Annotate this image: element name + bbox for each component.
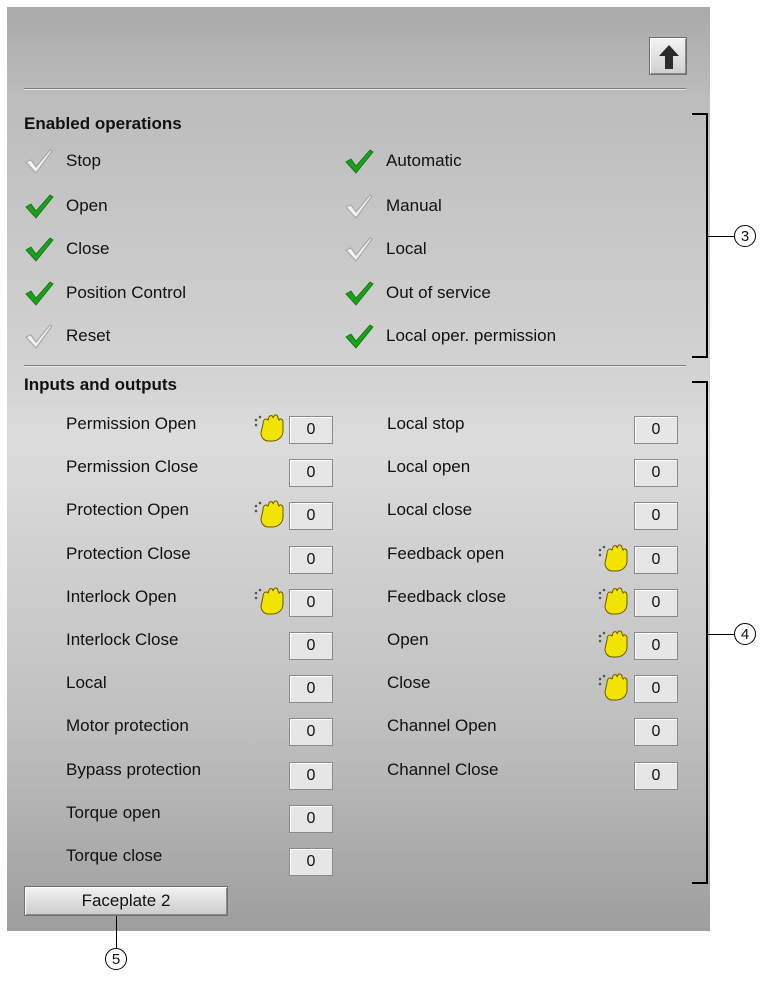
hand-icon[interactable] <box>253 587 287 615</box>
io-label-left-8: Bypass protection <box>66 760 202 779</box>
operation-label: Reset <box>66 326 111 345</box>
green-check-icon <box>344 280 374 306</box>
io-value-right-7: 0 <box>634 718 678 746</box>
io-label-left-3: Protection Close <box>66 544 191 563</box>
callout-line-5 <box>116 916 117 948</box>
gray-check-icon <box>344 236 374 262</box>
io-value-right-4: 0 <box>634 589 678 617</box>
operation-label: Local <box>386 239 427 258</box>
hand-icon[interactable] <box>597 587 631 615</box>
io-label-right-4: Feedback close <box>387 587 507 606</box>
io-label-right-8: Channel Close <box>387 760 499 779</box>
separator-top <box>24 88 686 90</box>
gray-check-icon <box>24 148 54 174</box>
io-value-left-8: 0 <box>289 762 333 790</box>
io-value-left-5: 0 <box>289 632 333 660</box>
inputs-outputs-heading: Inputs and outputs <box>24 375 177 394</box>
green-check-icon <box>24 236 54 262</box>
callout-bracket-4 <box>692 381 708 884</box>
io-label-left-5: Interlock Close <box>66 630 179 649</box>
io-value-left-6: 0 <box>289 675 333 703</box>
hand-icon[interactable] <box>597 544 631 572</box>
io-value-right-0: 0 <box>634 416 678 444</box>
callout-5: 5 <box>105 948 127 970</box>
callout-bracket-3 <box>692 113 708 358</box>
operation-label: Stop <box>66 151 101 170</box>
operation-left-1: Open <box>24 193 108 219</box>
faceplate-2-button[interactable]: Faceplate 2 <box>24 886 228 916</box>
io-value-right-2: 0 <box>634 502 678 530</box>
green-check-icon <box>24 193 54 219</box>
operation-label: Position Control <box>66 283 187 302</box>
callout-4: 4 <box>734 623 756 645</box>
enabled-operations-heading: Enabled operations <box>24 114 182 133</box>
io-label-right-7: Channel Open <box>387 716 497 735</box>
io-label-left-2: Protection Open <box>66 500 189 519</box>
arrow-up-icon <box>659 45 679 69</box>
io-label-left-7: Motor protection <box>66 716 189 735</box>
operation-right-4: Local oper. permission <box>344 323 556 349</box>
operation-right-1: Manual <box>344 193 442 219</box>
io-label-left-9: Torque open <box>66 803 161 822</box>
operation-label: Out of service <box>386 283 491 302</box>
io-label-right-2: Local close <box>387 500 473 519</box>
operation-left-4: Reset <box>24 323 110 349</box>
operation-label: Automatic <box>386 151 462 170</box>
gray-check-icon <box>344 193 374 219</box>
operation-label: Local oper. permission <box>386 326 557 345</box>
gray-check-icon <box>24 323 54 349</box>
io-value-right-6: 0 <box>634 675 678 703</box>
hand-icon[interactable] <box>597 630 631 658</box>
io-value-right-5: 0 <box>634 632 678 660</box>
hand-icon[interactable] <box>253 414 287 442</box>
navigate-up-button[interactable] <box>649 37 687 75</box>
green-check-icon <box>344 148 374 174</box>
operation-right-3: Out of service <box>344 280 491 306</box>
separator-middle <box>24 365 686 367</box>
io-label-right-6: Close <box>387 673 431 692</box>
io-value-left-9: 0 <box>289 805 333 833</box>
callout-3: 3 <box>734 225 756 247</box>
green-check-icon <box>344 323 374 349</box>
io-value-left-2: 0 <box>289 502 333 530</box>
operation-left-2: Close <box>24 236 109 262</box>
io-label-left-1: Permission Close <box>66 457 199 476</box>
io-label-left-4: Interlock Open <box>66 587 177 606</box>
io-value-left-1: 0 <box>289 459 333 487</box>
green-check-icon <box>24 280 54 306</box>
operation-left-0: Stop <box>24 148 101 174</box>
operation-right-0: Automatic <box>344 148 462 174</box>
callout-line-3 <box>708 236 734 237</box>
operation-label: Close <box>66 239 110 258</box>
io-label-right-5: Open <box>387 630 429 649</box>
operation-label: Open <box>66 196 108 215</box>
io-value-right-8: 0 <box>634 762 678 790</box>
io-label-left-0: Permission Open <box>66 414 197 433</box>
callout-line-4 <box>708 634 734 635</box>
hand-icon[interactable] <box>597 673 631 701</box>
io-value-left-10: 0 <box>289 848 333 876</box>
operation-label: Manual <box>386 196 442 215</box>
io-value-left-4: 0 <box>289 589 333 617</box>
io-label-left-6: Local <box>66 673 107 692</box>
io-label-right-1: Local open <box>387 457 471 476</box>
io-value-right-3: 0 <box>634 546 678 574</box>
io-label-left-10: Torque close <box>66 846 163 865</box>
hand-icon[interactable] <box>253 500 287 528</box>
io-label-right-0: Local stop <box>387 414 465 433</box>
io-label-right-3: Feedback open <box>387 544 505 563</box>
io-value-left-0: 0 <box>289 416 333 444</box>
io-value-left-7: 0 <box>289 718 333 746</box>
io-value-right-1: 0 <box>634 459 678 487</box>
operation-left-3: Position Control <box>24 280 186 306</box>
operation-right-2: Local <box>344 236 427 262</box>
io-value-left-3: 0 <box>289 546 333 574</box>
